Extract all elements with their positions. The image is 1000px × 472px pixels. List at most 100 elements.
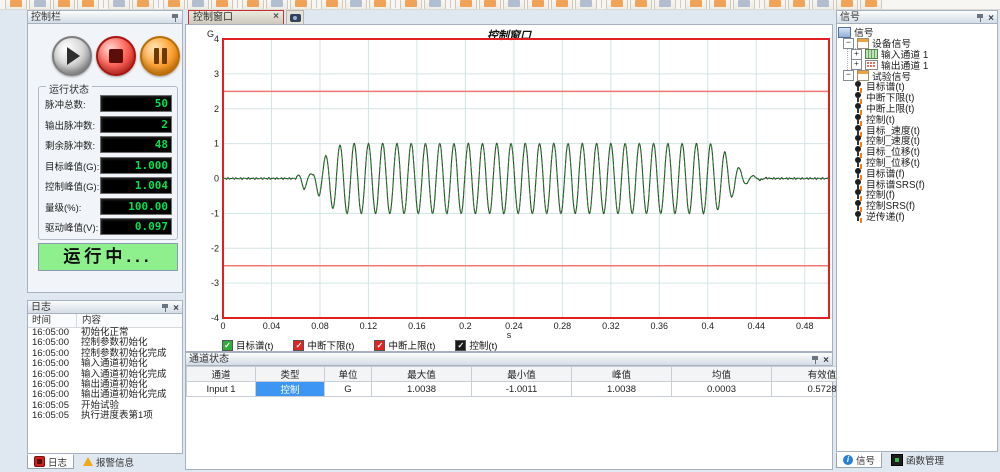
toolbar-icon[interactable] [369, 0, 391, 10]
toolbar-icon[interactable] [527, 0, 549, 10]
toolbar-icon[interactable] [836, 0, 858, 10]
channel-table: 通道类型单位最大值最小值峰值均值有效值 Input 1控制G1.0038-1.0… [186, 366, 873, 397]
tree-item-逆传递(f)[interactable]: 逆传递(f) [837, 211, 997, 222]
toolbar-icon[interactable] [685, 0, 707, 10]
expand-icon[interactable]: + [851, 59, 862, 70]
channel-status-header[interactable]: 通道状态 × [185, 352, 833, 366]
log-time: 16:05:00 [28, 359, 76, 369]
control-panel-header[interactable]: 控制栏 [27, 10, 183, 24]
channel-col-header[interactable]: 类型 [256, 367, 325, 382]
tab-信号[interactable]: i信号 [836, 452, 882, 468]
play-button[interactable] [52, 36, 92, 76]
tab-label: 函数管理 [906, 453, 944, 467]
legend-checkbox[interactable]: ✓ [455, 340, 466, 351]
tree-item-控制SRS(f)[interactable]: 控制SRS(f) [837, 200, 997, 211]
toolbar-icon[interactable] [163, 0, 185, 10]
toolbar-separator [237, 0, 238, 8]
toolbar-icon[interactable] [503, 0, 525, 10]
toolbar-icon[interactable] [187, 0, 209, 10]
toolbar-icon[interactable] [345, 0, 367, 10]
legend-checkbox[interactable]: ✓ [374, 340, 385, 351]
channel-col-header[interactable]: 通道 [187, 367, 256, 382]
pin-icon[interactable] [976, 13, 984, 23]
tab-control-window[interactable]: × 控制窗口 [188, 10, 284, 24]
toolbar-icon[interactable] [266, 0, 288, 10]
signal-tree: 信号−设备信号+输入通道 1+输出通道 1−试验信号目标谱(t)中断下限(t)中… [836, 24, 998, 452]
toolbar-icon[interactable] [630, 0, 652, 10]
pause-button[interactable] [140, 36, 180, 76]
tree-item-目标谱(t)[interactable]: 目标谱(t) [837, 81, 997, 92]
toolbar-icon[interactable] [709, 0, 731, 10]
toolbar-icon[interactable] [812, 0, 834, 10]
channel-col-header[interactable]: 均值 [672, 367, 772, 382]
pin-icon[interactable] [161, 303, 169, 313]
tree-item-信号[interactable]: 信号 [837, 27, 997, 38]
channel-col-header[interactable]: 最大值 [372, 367, 472, 382]
toolbar-icon[interactable] [211, 0, 233, 10]
toolbar-icon[interactable] [860, 0, 882, 10]
toolbar-icon[interactable] [788, 0, 810, 10]
tree-item-中断下限(t)[interactable]: 中断下限(t) [837, 92, 997, 103]
log-row[interactable]: 16:05:05执行进度表第1项 [28, 411, 182, 421]
toolbar-icon[interactable] [479, 0, 501, 10]
toolbar-icon[interactable] [575, 0, 597, 10]
toolbar-icon[interactable] [733, 0, 755, 10]
toolbar-icon[interactable] [290, 0, 312, 10]
close-icon[interactable]: × [823, 356, 829, 365]
stop-button[interactable] [96, 36, 136, 76]
tab-close-icon[interactable]: × [273, 11, 279, 23]
toolbar-icon[interactable] [424, 0, 446, 10]
toolbar-icon[interactable] [29, 0, 51, 10]
toolbar-icon[interactable] [132, 0, 154, 10]
status-field-value: 1.004 [100, 177, 172, 194]
tab-screenshot[interactable] [286, 10, 304, 24]
legend-checkbox[interactable]: ✓ [293, 340, 304, 351]
toolbar-icon[interactable] [654, 0, 676, 10]
signal-panel-header[interactable]: 信号 × [836, 10, 998, 24]
tree-item-试验信号[interactable]: −试验信号 [837, 70, 997, 81]
collapse-icon[interactable]: − [843, 38, 854, 49]
signal-icon [854, 125, 863, 135]
close-icon[interactable]: × [173, 304, 179, 313]
tree-item-中断上限(t)[interactable]: 中断上限(t) [837, 103, 997, 114]
tree-item-控制(f)[interactable]: 控制(f) [837, 189, 997, 200]
collapse-icon[interactable]: − [843, 70, 854, 81]
channel-col-header[interactable]: 单位 [325, 367, 372, 382]
tab-函数管理[interactable]: 函数管理 [884, 452, 951, 468]
log-panel-header[interactable]: 日志 × [27, 300, 183, 314]
toolbar-icon[interactable] [764, 0, 786, 10]
tree-item-输出通道 1[interactable]: +输出通道 1 [837, 59, 997, 70]
legend-checkbox[interactable]: ✓ [222, 340, 233, 351]
signal-icon [854, 189, 863, 199]
legend-label: 目标谱(t) [236, 338, 273, 352]
tree-item-控制_位移(t)[interactable]: 控制_位移(t) [837, 157, 997, 168]
toolbar-icon[interactable] [455, 0, 477, 10]
toolbar-icon[interactable] [606, 0, 628, 10]
control-window-chart[interactable]: 控制窗口 G 43210-1-2-3-400.040.080.120.160.2… [185, 24, 833, 352]
toolbar-icon[interactable] [5, 0, 27, 10]
toolbar-icon[interactable] [551, 0, 573, 10]
toolbar-icon[interactable] [400, 0, 422, 10]
tree-item-目标谱SRS(f)[interactable]: 目标谱SRS(f) [837, 178, 997, 189]
tab-报警信息[interactable]: 报警信息 [76, 454, 141, 469]
tab-日志[interactable]: 日志 [27, 454, 74, 469]
pin-icon[interactable] [811, 355, 819, 365]
channel-row[interactable]: Input 1控制G1.0038-1.00111.00380.00030.572… [187, 382, 873, 397]
toolbar-icon[interactable] [321, 0, 343, 10]
toolbar [0, 0, 1000, 10]
toolbar-icon[interactable] [242, 0, 264, 10]
close-icon[interactable]: × [988, 14, 994, 23]
channel-col-header[interactable]: 最小值 [472, 367, 572, 382]
channel-col-header[interactable]: 峰值 [572, 367, 672, 382]
toolbar-icon[interactable] [77, 0, 99, 10]
toolbar-icon[interactable] [53, 0, 75, 10]
status-field-value: 0.097 [100, 218, 172, 235]
log-row[interactable]: 16:05:00输入通道初始化 [28, 359, 182, 369]
log-panel-title: 日志 [31, 302, 51, 314]
run-status-group: 运行状态 脉冲总数:50输出脉冲数:2剩余脉冲数:48目标峰值(G):1.000… [38, 86, 178, 240]
channel-cell: 控制 [256, 382, 325, 397]
legend-item: ✓中断上限(t) [374, 338, 435, 352]
toolbar-icon[interactable] [108, 0, 130, 10]
pin-icon[interactable] [171, 13, 179, 23]
channel-cell: 1.0038 [572, 382, 672, 397]
